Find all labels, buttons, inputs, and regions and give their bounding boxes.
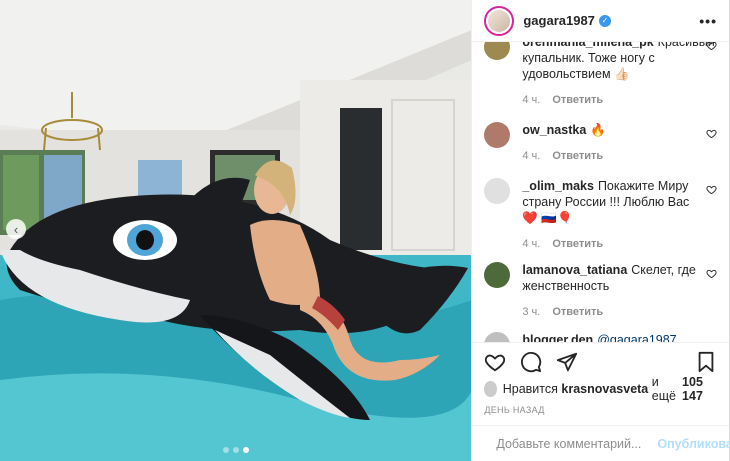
comment-meta: 4 ч. Ответить: [522, 148, 701, 164]
comment-time: 4 ч.: [522, 238, 541, 250]
reply-button[interactable]: Ответить: [552, 150, 603, 162]
likes-prefix: Нравится: [502, 382, 558, 396]
pool-photo: [0, 0, 472, 461]
chevron-left-icon: ‹: [13, 221, 19, 237]
previous-slide-button[interactable]: ‹: [6, 219, 26, 239]
like-heart-icon[interactable]: [484, 351, 506, 373]
add-comment-bar: Опубликовать: [472, 425, 730, 461]
liker-avatar: [484, 381, 497, 397]
comment-username[interactable]: ow_nastka: [522, 123, 586, 137]
post-header: gagara1987 ✓ •••: [472, 0, 729, 42]
comment-time: 4 ч.: [522, 94, 541, 106]
comment-body: orehmania_milena_pk Красивый купальник. Т…: [522, 42, 729, 108]
verified-badge-icon: ✓: [598, 14, 611, 27]
comment-item: lamanova_tatiana Скелет, где женственност…: [484, 262, 719, 320]
reply-button[interactable]: Ответить: [552, 238, 603, 250]
comment-avatar[interactable]: [484, 332, 511, 342]
comment-username[interactable]: _olim_maks: [522, 179, 594, 193]
author-avatar[interactable]: [484, 5, 515, 36]
like-comment-heart-icon[interactable]: [706, 42, 717, 51]
post-sidebar: gagara1987 ✓ ••• orehmania_milena_pk Крас…: [471, 0, 730, 461]
comment-bubble-icon[interactable]: [520, 351, 542, 373]
slide-dot-1: [223, 447, 229, 453]
comment-username[interactable]: orehmania_milena_pk: [522, 42, 653, 49]
likes-summary[interactable]: Нравится krasnovasveta и ещё 105 147: [472, 375, 729, 403]
comment-meta: 3 ч. Ответить: [522, 304, 701, 320]
comment-body: _olim_maks Покажите Миру страну России !!…: [522, 178, 719, 252]
comment-item: orehmania_milena_pk Красивый купальник. Т…: [484, 42, 719, 108]
comment-username[interactable]: lamanova_tatiana: [522, 263, 627, 277]
comment-username[interactable]: blogger.den: [522, 333, 593, 342]
comment-avatar[interactable]: [484, 122, 511, 148]
more-options-icon[interactable]: •••: [699, 13, 717, 29]
comment-avatar[interactable]: [484, 262, 511, 288]
slide-dot-3: [243, 447, 249, 453]
publish-button[interactable]: Опубликовать: [657, 437, 730, 451]
comment-text: 🔥: [590, 123, 606, 137]
post-actions: Нравится krasnovasveta и ещё 105 147 ДЕН…: [472, 342, 729, 415]
like-comment-heart-icon[interactable]: [706, 184, 717, 195]
likes-middle: и ещё: [651, 375, 676, 403]
likes-count[interactable]: 105 147: [682, 375, 717, 403]
slide-dot-2: [233, 447, 239, 453]
author-username[interactable]: gagara1987: [523, 13, 595, 28]
comment-item: _olim_maks Покажите Миру страну России !!…: [484, 178, 719, 252]
comment-body: blogger.den@gagara1987 direct: [522, 332, 719, 342]
post-image[interactable]: ‹: [0, 0, 472, 461]
like-comment-heart-icon[interactable]: [706, 268, 717, 279]
slide-indicator: [223, 447, 249, 453]
comment-body: ow_nastka 🔥 4 ч. Ответить: [522, 122, 719, 164]
liker-username[interactable]: krasnovasveta: [561, 382, 648, 396]
post: ‹ gagara1987 ✓ ••• orehmania_milena_pk Кр…: [0, 0, 730, 461]
comment-meta: 4 ч. Ответить: [522, 92, 714, 108]
comment-time: 3 ч.: [522, 306, 541, 318]
comment-item: ow_nastka 🔥 4 ч. Ответить: [484, 122, 719, 164]
comment-time: 4 ч.: [522, 150, 541, 162]
comment-meta: 4 ч. Ответить: [522, 236, 701, 252]
comment-item: blogger.den@gagara1987 direct: [484, 332, 719, 342]
reply-button[interactable]: Ответить: [552, 306, 603, 318]
comments-list: orehmania_milena_pk Красивый купальник. Т…: [472, 42, 729, 342]
comment-input[interactable]: [496, 436, 658, 451]
comment-avatar[interactable]: [484, 42, 511, 60]
bookmark-icon[interactable]: [695, 351, 717, 373]
comment-body: lamanova_tatiana Скелет, где женственност…: [522, 262, 719, 320]
reply-button[interactable]: Ответить: [552, 94, 603, 106]
like-comment-heart-icon[interactable]: [706, 128, 717, 139]
share-plane-icon[interactable]: [556, 351, 578, 373]
comment-avatar[interactable]: [484, 178, 511, 204]
